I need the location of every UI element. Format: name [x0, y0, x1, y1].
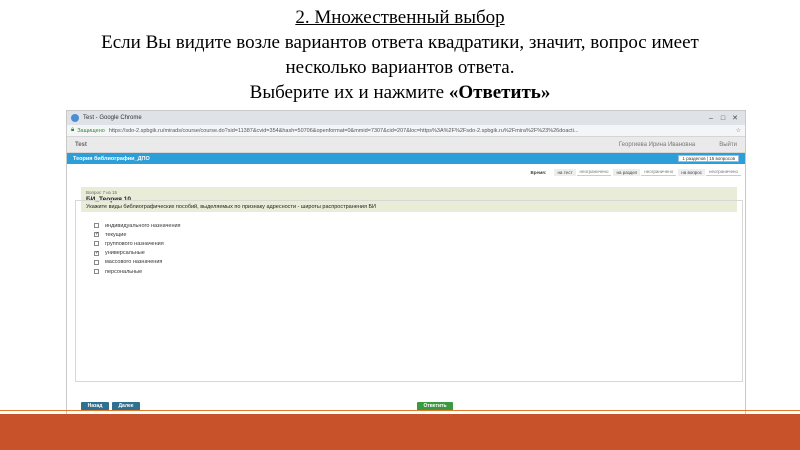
answer-options: индивидуального назначения ✓ текущие гру… — [94, 221, 745, 276]
timer-section-value: неограничено — [641, 168, 677, 176]
option-item[interactable]: ✓ текущие — [94, 230, 745, 239]
slide-line-2: несколько вариантов ответа. — [285, 57, 515, 78]
checkbox[interactable] — [94, 269, 99, 275]
timer-question-label: на вопрос — [678, 168, 706, 176]
url-text[interactable]: https://sdo-2.spbgik.ru/mirads/course/co… — [109, 128, 579, 134]
option-label: универсальные — [105, 250, 145, 257]
logout-link[interactable]: Выйти — [719, 142, 737, 148]
course-bar: Теория библиографии_ДПО 1 разделов | 15 … — [67, 153, 745, 164]
checkbox[interactable] — [94, 223, 99, 229]
slide-line-3-bold: «Ответить» — [448, 82, 551, 103]
option-item[interactable]: индивидуального назначения — [94, 221, 745, 230]
minimize-icon[interactable]: – — [705, 115, 717, 122]
option-item[interactable]: персональные — [94, 267, 745, 276]
star-icon[interactable]: ☆ — [732, 127, 741, 134]
slide-line-3: Выберите их и нажмите «Ответить» — [0, 80, 800, 105]
secure-label: Защищено — [77, 127, 105, 134]
option-label: персональные — [105, 268, 143, 275]
option-label: индивидуального назначения — [105, 222, 181, 229]
question-title: БИ_Теория 10 — [86, 196, 131, 203]
option-item[interactable]: массового назначения — [94, 258, 745, 267]
slide-title: 2. Множественный выбор — [295, 7, 505, 28]
address-bar[interactable]: 🔒︎ Защищено https://sdo-2.spbgik.ru/mira… — [67, 125, 745, 137]
browser-titlebar: Test - Google Chrome – □ ✕ — [67, 111, 745, 125]
chrome-icon — [71, 114, 79, 122]
option-item[interactable]: группового назначения — [94, 239, 745, 248]
option-label: группового назначения — [105, 240, 164, 247]
timer-label: Время: — [530, 169, 547, 175]
option-label: текущие — [105, 231, 127, 238]
timer-test-label: на тест — [554, 168, 576, 176]
maximize-icon[interactable]: □ — [717, 115, 729, 122]
user-name: Георгиева Ирина Ивановна — [618, 141, 696, 148]
window-title: Test - Google Chrome — [83, 115, 142, 121]
option-label: массового назначения — [105, 259, 163, 266]
option-item[interactable]: ✓ универсальные — [94, 249, 745, 258]
slide-heading: 2. Множественный выбор Если Вы видите во… — [0, 6, 800, 105]
timer-question-value: неограничено — [706, 168, 741, 176]
timer-section-label: на раздел — [613, 168, 641, 176]
checkbox[interactable]: ✓ — [94, 232, 99, 238]
slide-line-1: Если Вы видите возле вариантов ответа кв… — [101, 32, 699, 53]
question-box: Вопрос 7 из 15 БИ_Теория 10 Укажите виды… — [81, 187, 737, 212]
slide-divider — [0, 410, 800, 411]
timer-test-value: неограничено — [576, 168, 612, 176]
question-text: Укажите виды библиографических пособий, … — [86, 204, 377, 210]
close-icon[interactable]: ✕ — [729, 114, 741, 122]
app-title: Test — [75, 141, 87, 148]
question-number: Вопрос 7 из 15 — [86, 190, 118, 195]
slide-footer-bar — [0, 414, 800, 450]
checkbox[interactable]: ✓ — [94, 250, 99, 256]
progress-select[interactable]: 1 разделов | 15 вопросов — [678, 155, 739, 162]
timer-row: Время: на тест неограничено на раздел не… — [67, 167, 745, 177]
lock-icon: 🔒︎ — [71, 127, 75, 133]
slide-line-3-prefix: Выберите их и нажмите — [249, 82, 449, 103]
browser-window: Test - Google Chrome – □ ✕ 🔒︎ Защищено h… — [66, 110, 746, 415]
bottom-bar: Назад Далее Ответить — [67, 398, 745, 414]
checkbox[interactable] — [94, 241, 99, 247]
app-header: Test Георгиева Ирина Ивановна Выйти — [67, 137, 745, 153]
course-title: Теория библиографии_ДПО — [73, 155, 150, 162]
checkbox[interactable] — [94, 259, 99, 265]
